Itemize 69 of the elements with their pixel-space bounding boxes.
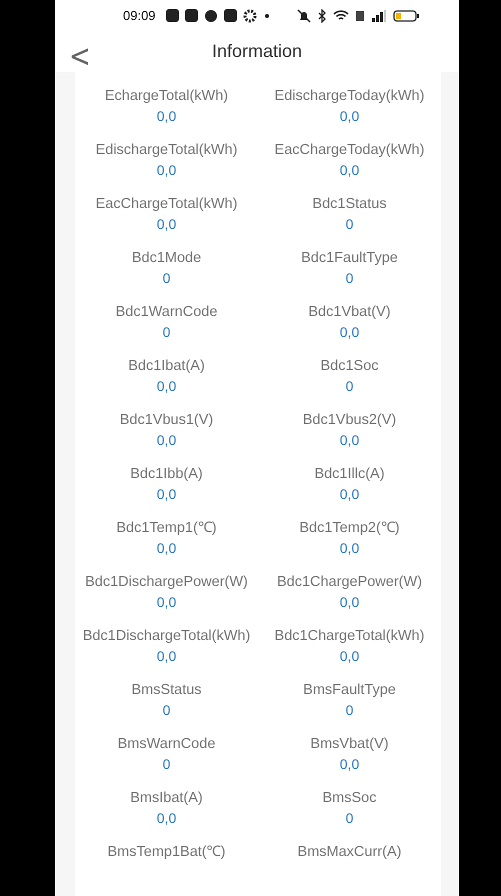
field-label: Bdc1Soc: [320, 357, 379, 376]
field-value: 0,0: [340, 647, 360, 666]
field-label: BmsStatus: [131, 681, 202, 700]
field-label: BmsIbat(A): [130, 789, 203, 808]
field-value: 0: [162, 269, 170, 288]
field-label: Bdc1DischargeTotal(kWh): [82, 627, 250, 646]
field-value: 0: [346, 269, 354, 288]
field-label: Bdc1DischargePower(W): [85, 573, 248, 592]
field-label: BmsMaxCurr(A): [298, 843, 402, 862]
field-label: Bdc1Ibat(A): [128, 357, 205, 376]
page-title: Information: [212, 41, 302, 62]
field-value: 0,0: [156, 215, 176, 234]
field-value: 0,0: [156, 161, 176, 180]
field-label: Bdc1WarnCode: [116, 303, 218, 322]
signal-icon: [371, 8, 387, 23]
field-value: 0,0: [156, 593, 176, 612]
field-label: Bdc1ChargeTotal(kWh): [274, 627, 424, 646]
status-time: 09:09: [123, 8, 156, 24]
field-value: 0: [346, 809, 354, 828]
field-label: Bdc1Vbat(V): [308, 303, 391, 322]
field-value: 0: [346, 215, 354, 234]
back-button[interactable]: <: [65, 41, 95, 72]
field-label: EacChargeToday(kWh): [274, 141, 424, 160]
field-value: 0,0: [340, 755, 360, 774]
field-value: 0,0: [340, 107, 360, 126]
field-value: 0: [346, 377, 354, 396]
field-value: 0: [346, 701, 354, 720]
field-label: Bdc1Illc(A): [314, 465, 385, 484]
field-label: Bdc1Ibb(A): [130, 465, 203, 484]
field-label: Bdc1Mode: [132, 249, 202, 268]
field-value: 0,0: [156, 539, 176, 558]
app-icon: [166, 9, 179, 22]
field-value: 0,0: [156, 107, 176, 126]
field-label: EdischargeTotal(kWh): [96, 141, 238, 160]
field-label: EdischargeToday(kWh): [274, 87, 424, 106]
field-label: BmsTemp1Bat(℃): [108, 843, 226, 862]
field-value: 0: [162, 755, 170, 774]
field-value: 0,0: [156, 431, 176, 450]
app-icon: [184, 9, 198, 22]
field-label: Bdc1FaultType: [301, 249, 398, 268]
field-label: EacChargeTotal(kWh): [96, 195, 238, 214]
field-label: BmsFaultType: [303, 681, 396, 700]
field-value: 0,0: [156, 377, 176, 396]
field-label: Bdc1ChargePower(W): [276, 573, 422, 592]
field-label: Bdc1Temp2(℃): [299, 519, 400, 538]
field-label: BmsSoc: [322, 789, 376, 808]
field-value: 0,0: [156, 809, 176, 828]
field-label: Bdc1Temp1(℃): [116, 519, 217, 538]
field-value: 0: [162, 323, 170, 342]
field-value: 0,0: [156, 485, 176, 504]
field-value: 0,0: [340, 323, 360, 342]
field-value: 0,0: [340, 539, 360, 558]
field-value: 0,0: [340, 485, 360, 504]
bluetooth-icon: [317, 8, 327, 23]
battery-icon: [393, 8, 419, 23]
field-label: Bdc1Vbus2(V): [302, 411, 396, 430]
field-label: Bdc1Vbus1(V): [120, 411, 214, 430]
field-value: 0: [162, 701, 170, 720]
field-label: BmsVbat(V): [310, 735, 389, 754]
gear-icon: [242, 8, 257, 23]
field-label: EchargeTotal(kWh): [104, 87, 228, 106]
app-icon: [224, 9, 237, 22]
field-value: 0,0: [340, 593, 360, 612]
field-value: 0,0: [156, 647, 176, 666]
field-value: 0,0: [340, 431, 360, 450]
field-value: 0,0: [340, 161, 360, 180]
field-label: BmsWarnCode: [118, 735, 216, 754]
field-label: Bdc1Status: [312, 195, 387, 214]
muted-bell-icon: [297, 8, 311, 23]
